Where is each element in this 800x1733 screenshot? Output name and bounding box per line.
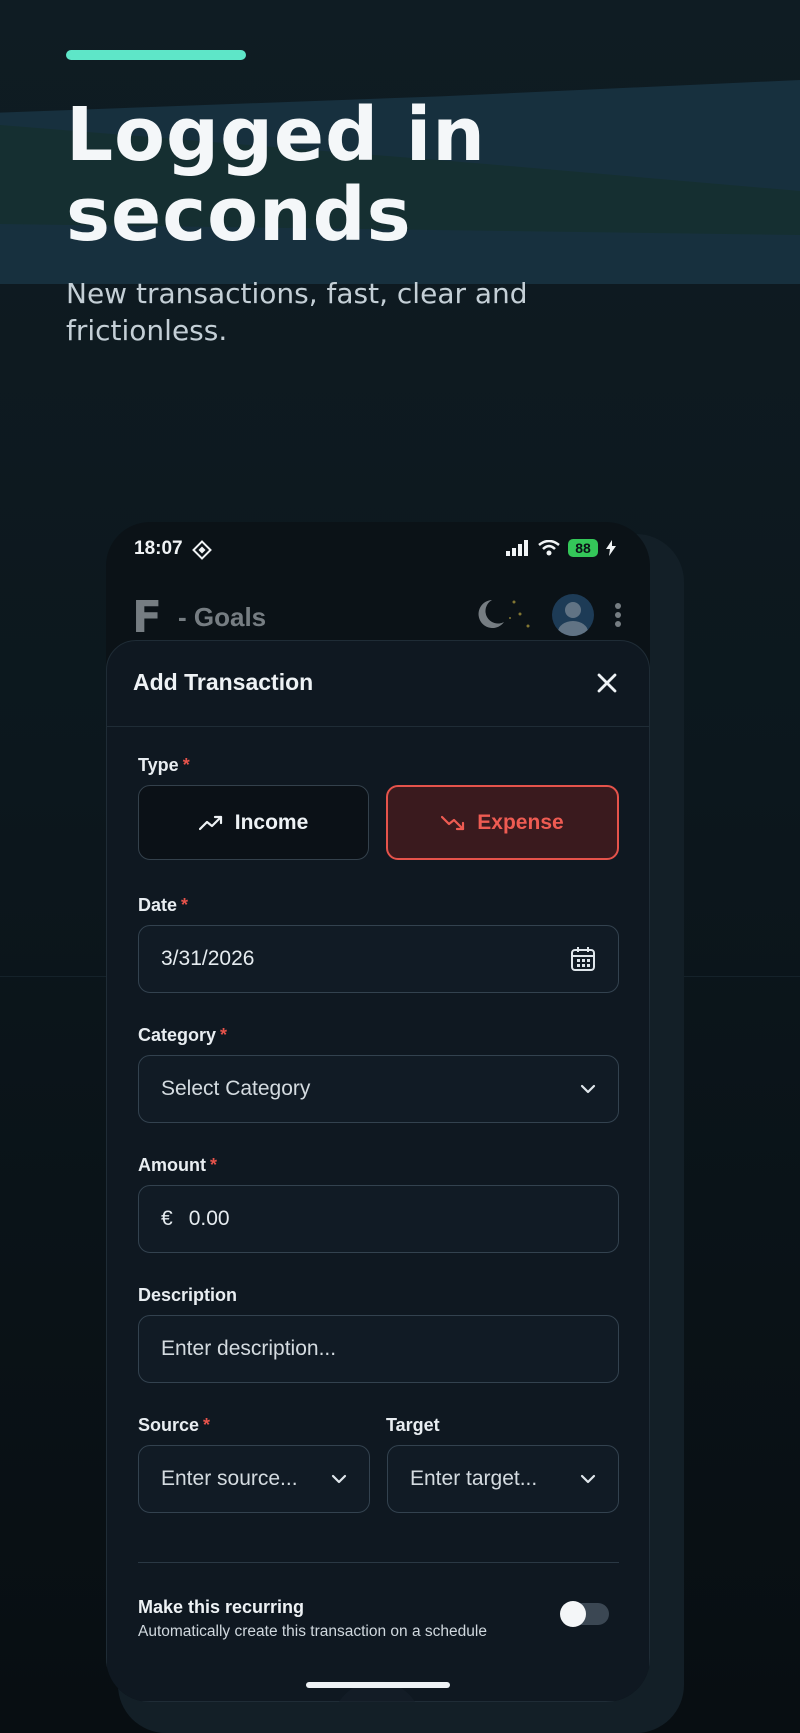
app-title: - Goals [178, 602, 267, 632]
recurring-toggle[interactable] [560, 1601, 609, 1627]
date-value: 3/31/2026 [161, 947, 255, 970]
sheet-header: Add Transaction [107, 641, 649, 727]
description-placeholder: Enter description... [161, 1337, 337, 1360]
chevron-down-icon [331, 1474, 347, 1484]
user-avatar-icon [558, 602, 588, 636]
section-divider [138, 1562, 619, 1563]
calendar-icon[interactable] [570, 946, 596, 972]
amount-label-text: Amount [138, 1155, 206, 1175]
amount-label: Amount * [138, 1155, 217, 1176]
date-label-text: Date [138, 895, 178, 915]
type-label: Type * [138, 755, 190, 776]
battery-indicator: 88 [568, 539, 598, 557]
app-bar: F - Goals [106, 574, 650, 650]
status-indicators: 88 [506, 539, 616, 557]
required-mark: * [209, 1155, 217, 1175]
target-select[interactable]: Enter target... [387, 1445, 619, 1513]
home-indicator[interactable] [306, 1682, 450, 1688]
add-transaction-sheet: Add Transaction Type * Income Expense Da… [106, 640, 650, 1702]
currency-symbol: € [161, 1207, 173, 1230]
charging-bolt-icon [606, 540, 616, 556]
category-label: Category * [138, 1025, 227, 1046]
app-logo: F [132, 592, 163, 643]
trending-up-icon [198, 815, 222, 830]
income-button[interactable]: Income [138, 785, 369, 860]
status-bar: 18:07 88 [106, 522, 650, 574]
description-label: Description [138, 1285, 238, 1305]
source-label-text: Source [138, 1415, 200, 1435]
income-button-label: Income [234, 810, 309, 834]
source-select[interactable]: Enter source... [138, 1445, 370, 1513]
trending-down-icon [441, 815, 465, 830]
more-options-icon[interactable] [614, 602, 622, 628]
moon-theme-icon[interactable] [470, 596, 534, 636]
date-label: Date * [138, 895, 188, 916]
category-label-text: Category [138, 1025, 217, 1045]
toggle-knob [560, 1601, 586, 1627]
phone-screen: 18:07 88 F - Goals Add Transaction Type … [106, 522, 650, 1702]
recurring-subtitle: Automatically create this transaction on… [138, 1623, 487, 1640]
type-label-text: Type [138, 755, 179, 775]
chevron-down-icon [580, 1474, 596, 1484]
expense-button[interactable]: Expense [386, 785, 619, 860]
target-placeholder: Enter target... [410, 1467, 538, 1490]
required-mark: * [182, 755, 190, 775]
user-avatar[interactable] [552, 594, 594, 636]
source-placeholder: Enter source... [161, 1467, 298, 1490]
expense-button-label: Expense [477, 810, 564, 834]
required-mark: * [181, 895, 189, 915]
source-label: Source * [138, 1415, 210, 1436]
category-placeholder: Select Category [161, 1077, 311, 1100]
date-field[interactable]: 3/31/2026 [138, 925, 619, 993]
required-mark: * [203, 1415, 211, 1435]
description-input[interactable]: Enter description... [138, 1315, 619, 1383]
recurring-title: Make this recurring [138, 1597, 305, 1617]
chevron-down-icon [580, 1084, 596, 1094]
amount-input[interactable]: € 0.00 [138, 1185, 619, 1253]
sheet-title: Add Transaction [133, 669, 314, 695]
promo-headline: Logged in seconds [66, 92, 486, 258]
close-button[interactable] [591, 667, 623, 699]
amount-value: 0.00 [188, 1207, 230, 1230]
wifi-icon [538, 540, 560, 556]
required-mark: * [220, 1025, 228, 1045]
accent-bar [66, 50, 246, 60]
target-label: Target [386, 1415, 440, 1435]
promo-subheadline: New transactions, fast, clear and fricti… [66, 277, 528, 347]
signal-icon [506, 540, 528, 556]
location-diamond-icon [192, 540, 212, 560]
close-icon [597, 673, 617, 693]
category-select[interactable]: Select Category [138, 1055, 619, 1123]
status-time: 18:07 [134, 538, 183, 559]
